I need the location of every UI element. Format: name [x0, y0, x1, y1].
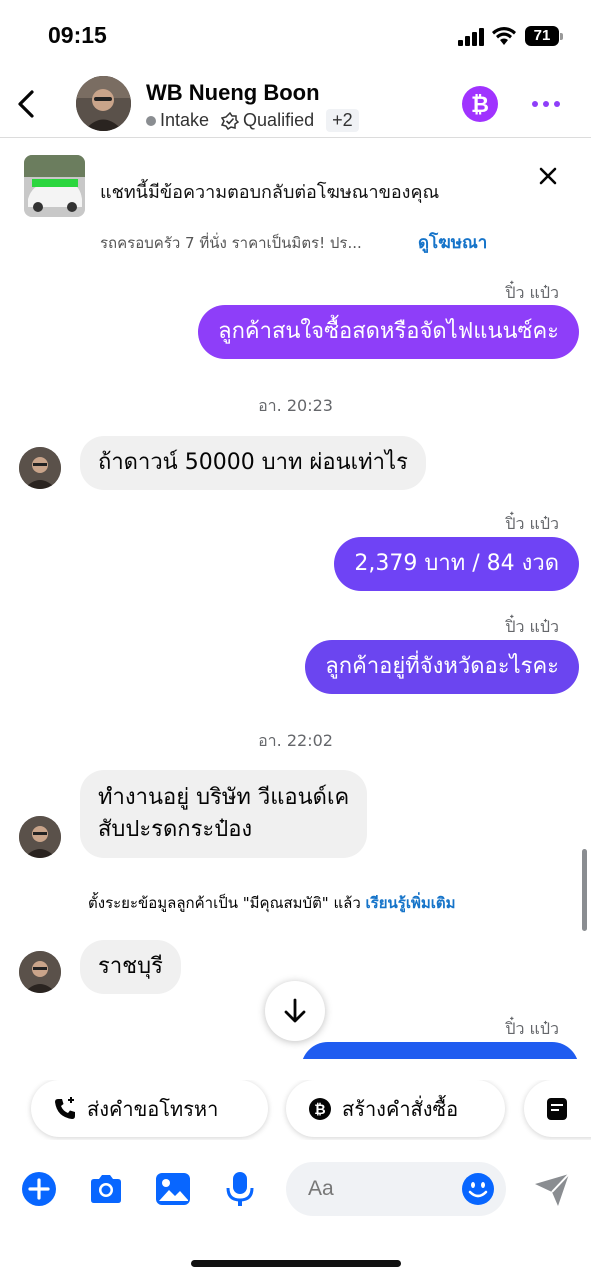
call-request-label: ส่งคำขอโทรหา — [87, 1096, 219, 1121]
view-ad-link[interactable]: ดูโฆษณา — [418, 229, 487, 256]
ad-reply-banner: แชทนี้มีข้อความตอบกลับต่อโฆษณาของคุณ รถค… — [0, 139, 591, 264]
microphone-icon[interactable] — [221, 1170, 259, 1208]
battery-level: 71 — [525, 26, 559, 46]
call-request-button[interactable]: ส่งคำขอโทรหา — [31, 1080, 268, 1137]
more-tags-count[interactable]: +2 — [326, 109, 359, 132]
message-list[interactable]: ปิ๋ว แป๋ว ลูกค้าสนใจซื้อสดหรือจัดไฟแนนซ์… — [0, 264, 591, 1059]
contact-avatar-small — [19, 951, 61, 993]
scrollbar[interactable] — [582, 849, 587, 931]
contact-avatar[interactable] — [76, 76, 131, 131]
outgoing-message[interactable]: ลูกค้าอยู่ที่จังหวัดอะไรคะ — [305, 640, 579, 694]
camera-icon[interactable] — [87, 1170, 125, 1208]
incoming-message[interactable]: ราชบุรี — [80, 940, 181, 994]
home-indicator — [191, 1260, 401, 1267]
contact-avatar-small — [19, 447, 61, 489]
contact-tags[interactable]: Intake Qualified +2 — [146, 109, 359, 132]
outgoing-message-partial[interactable] — [301, 1042, 579, 1059]
qualified-icon — [221, 111, 240, 130]
notes-button[interactable] — [524, 1080, 591, 1137]
payment-button[interactable]: ₿ — [462, 86, 498, 122]
more-options-button[interactable] — [528, 94, 564, 114]
plus-icon[interactable] — [20, 1170, 58, 1208]
back-button[interactable] — [8, 84, 44, 124]
arrow-down-icon — [284, 998, 306, 1023]
system-note-text: ตั้งระยะข้อมูลลูกค้าเป็น "มีคุณสมบัติ" แ… — [88, 894, 361, 912]
battery-icon: 71 — [525, 26, 563, 46]
emoji-icon[interactable] — [461, 1172, 495, 1206]
signal-icon — [458, 28, 484, 46]
composer-bar — [0, 1160, 591, 1222]
bitcoin-icon: ₿ — [309, 1097, 331, 1120]
message-line: สับปะรดกระป๋อง — [98, 817, 253, 842]
contact-avatar-small — [19, 816, 61, 858]
create-order-label: สร้างคำสั่งซื้อ — [342, 1096, 459, 1121]
create-order-button[interactable]: ₿ สร้างคำสั่งซื้อ — [286, 1080, 505, 1137]
incoming-message[interactable]: ทำงานอยู่ บริษัท วีแอนด์เค สับปะรดกระป๋อ… — [80, 770, 368, 858]
ad-subtitle: รถครอบครัว 7 ที่นั่ง ราคาเป็นมิตร! ปร... — [100, 234, 362, 252]
sender-label: ปิ๋ว แป๋ว — [505, 1019, 559, 1038]
timestamp: อา. 22:02 — [258, 731, 333, 750]
tag-qualified[interactable]: Qualified — [221, 110, 314, 131]
ad-banner-title: แชทนี้มีข้อความตอบกลับต่อโฆษณาของคุณ — [100, 182, 440, 203]
sender-label: ปิ๋ว แป๋ว — [505, 617, 559, 636]
ad-thumbnail[interactable] — [24, 155, 85, 217]
sender-label: ปิ๋ว แป๋ว — [505, 283, 559, 302]
bitcoin-icon: ₿ — [471, 93, 489, 118]
message-line: ทำงานอยู่ บริษัท วีแอนด์เค — [98, 785, 350, 810]
chat-header: WB Nueng Boon Intake Qualified +2 ₿ — [0, 72, 591, 138]
outgoing-message[interactable]: 2,379 บาท / 84 งวด — [334, 537, 579, 591]
note-icon — [547, 1097, 567, 1120]
svg-text:₿: ₿ — [314, 1102, 325, 1118]
close-icon[interactable] — [533, 161, 563, 191]
quick-actions-bar: ส่งคำขอโทรหา ₿ สร้างคำสั่งซื้อ — [0, 1080, 591, 1140]
learn-more-link[interactable]: เรียนรู้เพิ่มเติม — [366, 894, 456, 912]
contact-name[interactable]: WB Nueng Boon — [146, 80, 320, 106]
incoming-message[interactable]: ถ้าดาวน์ 50000 บาท ผ่อนเท่าไร — [80, 436, 426, 490]
phone-icon — [55, 1096, 75, 1119]
outgoing-message[interactable]: ลูกค้าสนใจซื้อสดหรือจัดไฟแนนซ์คะ — [198, 305, 579, 359]
gray-dot-icon — [146, 115, 156, 126]
svg-text:₿: ₿ — [471, 93, 489, 118]
tag-intake[interactable]: Intake — [146, 110, 209, 131]
status-bar: 09:15 71 — [0, 0, 591, 72]
status-time: 09:15 — [48, 22, 107, 48]
wifi-icon — [492, 27, 516, 45]
sender-label: ปิ๋ว แป๋ว — [505, 514, 559, 533]
timestamp: อา. 20:23 — [258, 396, 333, 415]
gallery-icon[interactable] — [154, 1170, 192, 1208]
send-icon[interactable] — [532, 1170, 572, 1210]
system-note: ตั้งระยะข้อมูลลูกค้าเป็น "มีคุณสมบัติ" แ… — [88, 891, 456, 915]
scroll-to-bottom-button[interactable] — [265, 981, 325, 1041]
tag-qualified-label: Qualified — [243, 110, 315, 130]
tag-intake-label: Intake — [160, 110, 210, 130]
